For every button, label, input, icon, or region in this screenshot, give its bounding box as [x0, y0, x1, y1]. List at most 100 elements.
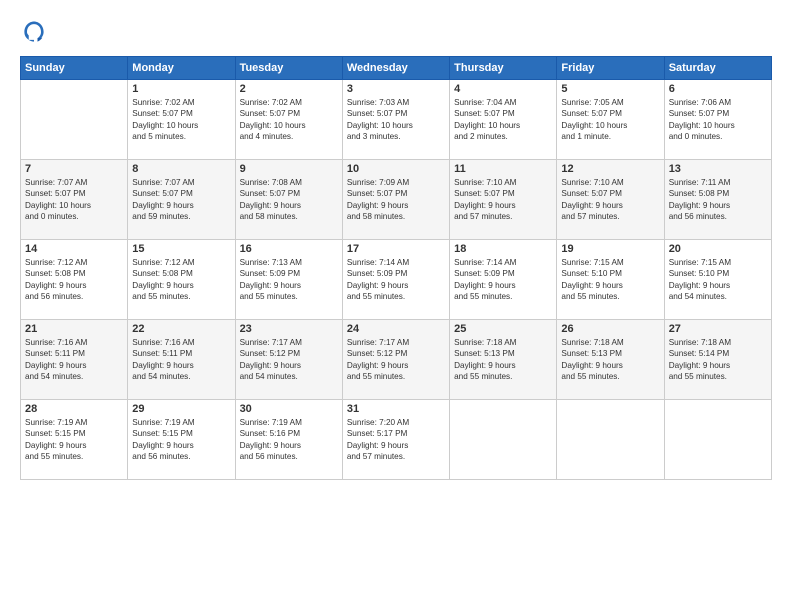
calendar-cell: 15 Sunrise: 7:12 AM Sunset: 5:08 PM Dayli… [128, 240, 235, 320]
calendar-cell: 29 Sunrise: 7:19 AM Sunset: 5:15 PM Dayli… [128, 400, 235, 480]
calendar-cell: 28 Sunrise: 7:19 AM Sunset: 5:15 PM Dayli… [21, 400, 128, 480]
cell-details: Sunrise: 7:05 AM Sunset: 5:07 PM Dayligh… [561, 97, 659, 143]
cell-details: Sunrise: 7:19 AM Sunset: 5:15 PM Dayligh… [25, 417, 123, 463]
day-number: 26 [561, 323, 659, 335]
cell-details: Sunrise: 7:17 AM Sunset: 5:12 PM Dayligh… [347, 337, 445, 383]
day-number: 2 [240, 83, 338, 95]
day-number: 17 [347, 243, 445, 255]
calendar-cell: 9 Sunrise: 7:08 AM Sunset: 5:07 PM Daylig… [235, 160, 342, 240]
week-row-2: 14 Sunrise: 7:12 AM Sunset: 5:08 PM Dayli… [21, 240, 772, 320]
day-number: 23 [240, 323, 338, 335]
weekday-header-row: SundayMondayTuesdayWednesdayThursdayFrid… [21, 57, 772, 80]
weekday-saturday: Saturday [664, 57, 771, 80]
week-row-1: 7 Sunrise: 7:07 AM Sunset: 5:07 PM Daylig… [21, 160, 772, 240]
day-number: 16 [240, 243, 338, 255]
weekday-tuesday: Tuesday [235, 57, 342, 80]
calendar-cell [450, 400, 557, 480]
day-number: 21 [25, 323, 123, 335]
calendar-cell: 24 Sunrise: 7:17 AM Sunset: 5:12 PM Dayli… [342, 320, 449, 400]
cell-details: Sunrise: 7:10 AM Sunset: 5:07 PM Dayligh… [561, 177, 659, 223]
calendar-cell: 26 Sunrise: 7:18 AM Sunset: 5:13 PM Dayli… [557, 320, 664, 400]
calendar-cell: 11Sunrise: 7:10 AM Sunset: 5:07 PM Dayli… [450, 160, 557, 240]
cell-details: Sunrise: 7:20 AM Sunset: 5:17 PM Dayligh… [347, 417, 445, 463]
calendar-cell: 6Sunrise: 7:06 AM Sunset: 5:07 PM Daylig… [664, 80, 771, 160]
weekday-wednesday: Wednesday [342, 57, 449, 80]
calendar-cell: 7 Sunrise: 7:07 AM Sunset: 5:07 PM Daylig… [21, 160, 128, 240]
calendar-cell: 1 Sunrise: 7:02 AM Sunset: 5:07 PM Daylig… [128, 80, 235, 160]
cell-details: Sunrise: 7:19 AM Sunset: 5:15 PM Dayligh… [132, 417, 230, 463]
calendar-cell: 25 Sunrise: 7:18 AM Sunset: 5:13 PM Dayli… [450, 320, 557, 400]
day-number: 15 [132, 243, 230, 255]
day-number: 11 [454, 163, 552, 175]
calendar-cell [21, 80, 128, 160]
cell-details: Sunrise: 7:12 AM Sunset: 5:08 PM Dayligh… [132, 257, 230, 303]
calendar-cell: 12 Sunrise: 7:10 AM Sunset: 5:07 PM Dayli… [557, 160, 664, 240]
calendar-cell: 30Sunrise: 7:19 AM Sunset: 5:16 PM Dayli… [235, 400, 342, 480]
calendar-cell: 4 Sunrise: 7:04 AM Sunset: 5:07 PM Daylig… [450, 80, 557, 160]
day-number: 6 [669, 83, 767, 95]
cell-details: Sunrise: 7:15 AM Sunset: 5:10 PM Dayligh… [561, 257, 659, 303]
day-number: 18 [454, 243, 552, 255]
calendar-cell: 8Sunrise: 7:07 AM Sunset: 5:07 PM Daylig… [128, 160, 235, 240]
cell-details: Sunrise: 7:03 AM Sunset: 5:07 PM Dayligh… [347, 97, 445, 143]
cell-details: Sunrise: 7:12 AM Sunset: 5:08 PM Dayligh… [25, 257, 123, 303]
calendar-cell [557, 400, 664, 480]
weekday-thursday: Thursday [450, 57, 557, 80]
calendar-cell: 21 Sunrise: 7:16 AM Sunset: 5:11 PM Dayli… [21, 320, 128, 400]
calendar-page: SundayMondayTuesdayWednesdayThursdayFrid… [0, 0, 792, 612]
weekday-sunday: Sunday [21, 57, 128, 80]
day-number: 30 [240, 403, 338, 415]
calendar-cell: 23Sunrise: 7:17 AM Sunset: 5:12 PM Dayli… [235, 320, 342, 400]
logo-icon [20, 18, 48, 46]
logo [20, 18, 52, 46]
calendar-cell: 19 Sunrise: 7:15 AM Sunset: 5:10 PM Dayli… [557, 240, 664, 320]
day-number: 20 [669, 243, 767, 255]
cell-details: Sunrise: 7:15 AM Sunset: 5:10 PM Dayligh… [669, 257, 767, 303]
calendar-cell: 16 Sunrise: 7:13 AM Sunset: 5:09 PM Dayli… [235, 240, 342, 320]
day-number: 29 [132, 403, 230, 415]
cell-details: Sunrise: 7:13 AM Sunset: 5:09 PM Dayligh… [240, 257, 338, 303]
calendar-cell: 2Sunrise: 7:02 AM Sunset: 5:07 PM Daylig… [235, 80, 342, 160]
day-number: 5 [561, 83, 659, 95]
cell-details: Sunrise: 7:18 AM Sunset: 5:13 PM Dayligh… [454, 337, 552, 383]
day-number: 28 [25, 403, 123, 415]
calendar-cell: 22 Sunrise: 7:16 AM Sunset: 5:11 PM Dayli… [128, 320, 235, 400]
day-number: 19 [561, 243, 659, 255]
day-number: 25 [454, 323, 552, 335]
day-number: 22 [132, 323, 230, 335]
day-number: 9 [240, 163, 338, 175]
day-number: 4 [454, 83, 552, 95]
calendar-cell: 17Sunrise: 7:14 AM Sunset: 5:09 PM Dayli… [342, 240, 449, 320]
cell-details: Sunrise: 7:18 AM Sunset: 5:13 PM Dayligh… [561, 337, 659, 383]
calendar-cell [664, 400, 771, 480]
calendar-cell: 3 Sunrise: 7:03 AM Sunset: 5:07 PM Daylig… [342, 80, 449, 160]
weekday-friday: Friday [557, 57, 664, 80]
day-number: 31 [347, 403, 445, 415]
cell-details: Sunrise: 7:18 AM Sunset: 5:14 PM Dayligh… [669, 337, 767, 383]
cell-details: Sunrise: 7:11 AM Sunset: 5:08 PM Dayligh… [669, 177, 767, 223]
day-number: 3 [347, 83, 445, 95]
calendar-cell: 14 Sunrise: 7:12 AM Sunset: 5:08 PM Dayli… [21, 240, 128, 320]
cell-details: Sunrise: 7:08 AM Sunset: 5:07 PM Dayligh… [240, 177, 338, 223]
day-number: 10 [347, 163, 445, 175]
cell-details: Sunrise: 7:07 AM Sunset: 5:07 PM Dayligh… [25, 177, 123, 223]
day-number: 13 [669, 163, 767, 175]
day-number: 24 [347, 323, 445, 335]
calendar-cell: 10Sunrise: 7:09 AM Sunset: 5:07 PM Dayli… [342, 160, 449, 240]
cell-details: Sunrise: 7:16 AM Sunset: 5:11 PM Dayligh… [132, 337, 230, 383]
header [20, 18, 772, 46]
day-number: 12 [561, 163, 659, 175]
weekday-monday: Monday [128, 57, 235, 80]
week-row-4: 28 Sunrise: 7:19 AM Sunset: 5:15 PM Dayli… [21, 400, 772, 480]
cell-details: Sunrise: 7:16 AM Sunset: 5:11 PM Dayligh… [25, 337, 123, 383]
calendar-cell: 20 Sunrise: 7:15 AM Sunset: 5:10 PM Dayli… [664, 240, 771, 320]
cell-details: Sunrise: 7:04 AM Sunset: 5:07 PM Dayligh… [454, 97, 552, 143]
cell-details: Sunrise: 7:02 AM Sunset: 5:07 PM Dayligh… [132, 97, 230, 143]
week-row-3: 21 Sunrise: 7:16 AM Sunset: 5:11 PM Dayli… [21, 320, 772, 400]
day-number: 1 [132, 83, 230, 95]
calendar-table: SundayMondayTuesdayWednesdayThursdayFrid… [20, 56, 772, 480]
calendar-cell: 5 Sunrise: 7:05 AM Sunset: 5:07 PM Daylig… [557, 80, 664, 160]
week-row-0: 1 Sunrise: 7:02 AM Sunset: 5:07 PM Daylig… [21, 80, 772, 160]
day-number: 14 [25, 243, 123, 255]
day-number: 7 [25, 163, 123, 175]
